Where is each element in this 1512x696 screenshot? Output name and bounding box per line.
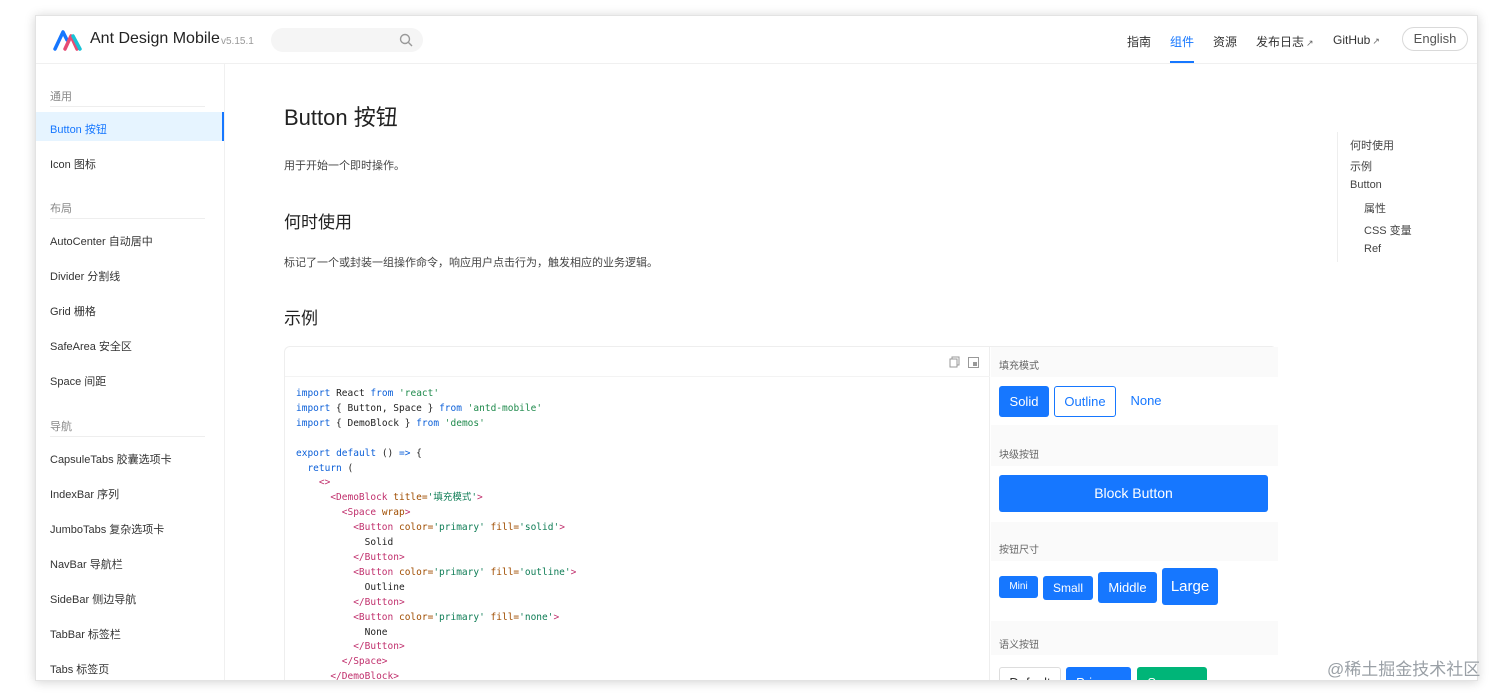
divider — [50, 436, 205, 437]
none-button[interactable]: None — [1121, 386, 1171, 417]
page-title: Button 按钮 — [284, 105, 398, 130]
sidebar-item-icon[interactable]: Icon 图标 — [50, 156, 96, 172]
primary-button[interactable]: Primary — [1066, 667, 1131, 680]
sidebar-item-divider[interactable]: Divider 分割线 — [50, 268, 120, 284]
sidebar-item-grid[interactable]: Grid 栅格 — [50, 303, 96, 319]
code-block: import React from 'react' import { Butto… — [296, 388, 577, 681]
demo-block-title: 按钮尺寸 — [999, 545, 1039, 556]
nav-active-indicator — [1170, 61, 1194, 63]
external-link-icon: ↗ — [1306, 38, 1314, 48]
search-icon — [399, 33, 413, 47]
toc-item[interactable]: CSS 变量 — [1364, 222, 1412, 238]
nav-components[interactable]: 组件 — [1170, 33, 1194, 50]
demo-block-content: Solid Outline None — [991, 377, 1278, 425]
sidebar-group-title: 布局 — [50, 203, 72, 215]
block-button[interactable]: Block Button — [999, 475, 1268, 512]
table-of-contents: 何时使用 示例 Button 属性 CSS 变量 Ref — [1337, 132, 1447, 262]
sidebar-item-space[interactable]: Space 间距 — [50, 373, 106, 389]
nav-changelog-label: 发布日志 — [1256, 35, 1305, 49]
demo-block-title: 填充模式 — [999, 361, 1039, 372]
outline-button[interactable]: Outline — [1054, 386, 1116, 417]
code-pane: import React from 'react' import { Butto… — [285, 347, 990, 681]
divider — [50, 218, 205, 219]
section-text-when: 标记了一个或封装一组操作命令，响应用户点击行为，触发相应的业务逻辑。 — [284, 257, 658, 269]
small-button[interactable]: Small — [1043, 576, 1093, 600]
middle-button[interactable]: Middle — [1098, 572, 1157, 603]
nav-github-label: GitHub — [1333, 33, 1371, 47]
language-switch-button[interactable]: English — [1402, 27, 1468, 51]
sidebar-item-autocenter[interactable]: AutoCenter 自动居中 — [50, 233, 153, 249]
search-input[interactable] — [271, 28, 423, 52]
section-title-examples: 示例 — [284, 309, 318, 328]
external-link-icon: ↗ — [1372, 36, 1380, 46]
toc-item[interactable]: Button — [1350, 179, 1382, 191]
preview-pane: 填充模式 Solid Outline None 块级按钮 Block Butto… — [991, 347, 1278, 680]
success-button[interactable]: Success — [1137, 667, 1207, 680]
browser-frame: Ant Design Mobile v5.15.1 指南 组件 资源 发布日志 ↗… — [35, 15, 1478, 681]
large-button[interactable]: Large — [1162, 568, 1218, 605]
version-label: v5.15.1 — [221, 36, 254, 47]
demo-block-content: Default Primary Success — [991, 655, 1278, 680]
sidebar-item-capsuletabs[interactable]: CapsuleTabs 胶囊选项卡 — [50, 451, 172, 467]
toc-item[interactable]: Ref — [1364, 243, 1381, 255]
nav-resources[interactable]: 资源 — [1213, 33, 1237, 50]
sidebar-item-button[interactable]: Button 按钮 — [50, 121, 107, 137]
nav-guide[interactable]: 指南 — [1127, 33, 1151, 50]
toc-item[interactable]: 属性 — [1364, 200, 1386, 216]
sidebar-item-tabs[interactable]: Tabs 标签页 — [50, 661, 109, 677]
demo-block-content: Mini Small Middle Large — [991, 561, 1278, 621]
sidebar-group-title: 导航 — [50, 421, 72, 433]
brand-name[interactable]: Ant Design Mobile — [90, 30, 220, 48]
open-sandbox-icon[interactable] — [968, 356, 979, 368]
sidebar-group-title: 通用 — [50, 91, 72, 103]
watermark: @稀土掘金技术社区 — [1327, 660, 1481, 679]
page-intro: 用于开始一个即时操作。 — [284, 160, 405, 172]
sidebar-item-sidebar[interactable]: SideBar 侧边导航 — [50, 591, 136, 607]
section-title-when: 何时使用 — [284, 213, 352, 232]
demo-block-title: 语义按钮 — [999, 640, 1039, 651]
sidebar-item-navbar[interactable]: NavBar 导航栏 — [50, 556, 123, 572]
sidebar-item-tabbar[interactable]: TabBar 标签栏 — [50, 626, 121, 642]
divider — [50, 106, 205, 107]
sidebar-active-bar — [222, 112, 224, 141]
sidebar: 通用 Button 按钮 Icon 图标 布局 AutoCenter 自动居中 … — [36, 64, 225, 680]
mini-button[interactable]: Mini — [999, 576, 1038, 598]
nav-changelog[interactable]: 发布日志 ↗ — [1256, 33, 1314, 50]
demo-block-title: 块级按钮 — [999, 450, 1039, 461]
toc-item[interactable]: 何时使用 — [1350, 137, 1394, 153]
toc-item[interactable]: 示例 — [1350, 158, 1372, 174]
top-header: Ant Design Mobile v5.15.1 指南 组件 资源 发布日志 ↗… — [36, 16, 1477, 64]
solid-button[interactable]: Solid — [999, 386, 1049, 417]
code-token: React — [336, 388, 365, 399]
antd-mobile-logo-icon[interactable] — [53, 29, 83, 51]
copy-icon[interactable] — [949, 356, 960, 368]
demo-block-content: Block Button — [991, 466, 1278, 522]
default-button[interactable]: Default — [999, 667, 1061, 680]
code-toolbar — [285, 347, 990, 377]
sidebar-item-indexbar[interactable]: IndexBar 序列 — [50, 486, 119, 502]
nav-github[interactable]: GitHub ↗ — [1333, 33, 1380, 47]
sidebar-item-jumbotabs[interactable]: JumboTabs 复杂选项卡 — [50, 521, 164, 537]
sidebar-item-safearea[interactable]: SafeArea 安全区 — [50, 338, 132, 354]
demo-card: import React from 'react' import { Butto… — [284, 346, 1278, 681]
